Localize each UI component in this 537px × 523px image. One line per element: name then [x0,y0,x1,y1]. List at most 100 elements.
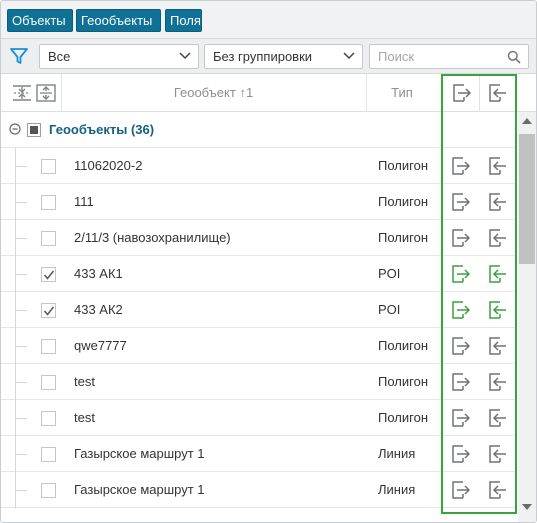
filter-select-value: Все [48,49,71,64]
export-in-icon[interactable] [485,299,509,321]
row-type: Полигон [378,158,429,173]
export-out-icon[interactable] [448,299,472,321]
export-in-icon[interactable] [485,191,509,213]
grouping-select-value: Без группировки [213,49,313,64]
export-out-icon[interactable] [448,263,472,285]
tree-line [15,382,27,383]
filter-icon[interactable] [9,46,29,66]
tree-line [15,274,27,275]
export-out-icon[interactable] [448,479,472,501]
table-row[interactable]: 433 АК2 POI [1,292,516,328]
export-out-icon[interactable] [448,443,472,465]
export-in-icon [489,84,506,102]
row-name: 2/11/3 (навозохранилище) [74,230,231,245]
row-checkbox[interactable] [41,447,56,462]
row-type: Полигон [378,410,429,425]
export-in-icon[interactable] [485,155,509,177]
row-checkbox[interactable] [41,159,56,174]
search-input[interactable] [376,45,501,68]
row-type: POI [378,266,401,281]
table-row[interactable]: 11062020-2 Полигон [1,148,516,184]
row-name: qwe7777 [74,338,127,353]
row-checkbox[interactable] [41,303,56,318]
row-checkbox[interactable] [41,483,56,498]
row-name: Газырское маршрут 1 [74,482,205,497]
scrollbar-thumb[interactable] [519,134,535,264]
row-checkbox[interactable] [41,195,56,210]
collapse-icon[interactable] [9,123,21,135]
group-row[interactable]: Геообъекты (36) [1,112,516,148]
table-body: Геообъекты (36) 11062020-2 Полигон 111 Поли… [1,112,516,522]
table-row[interactable]: 2/11/3 (навозохранилище) Полигон [1,220,516,256]
geoobjects-panel: Объекты Геообъекты Поля Все Без группиро… [0,0,537,523]
tab-objects[interactable]: Объекты [7,9,73,32]
export-out-icon[interactable] [448,191,472,213]
row-checkbox[interactable] [41,339,56,354]
column-header-type[interactable]: Тип [366,74,438,111]
tree-line [15,166,27,167]
export-out-icon[interactable] [448,407,472,429]
group-checkbox[interactable] [27,123,41,137]
table-row[interactable]: Газырское маршрут 1 Линия [1,472,516,508]
row-name: 433 АК1 [74,266,123,281]
row-name: 111 [74,194,94,209]
export-in-icon[interactable] [485,227,509,249]
group-label: Геообъекты (36) [49,122,155,137]
scroll-down-arrow-icon[interactable] [522,504,532,510]
export-out-icon[interactable] [448,335,472,357]
tree-line [15,238,27,239]
export-in-icon[interactable] [485,371,509,393]
export-out-icon[interactable] [448,155,472,177]
export-in-icon[interactable] [485,407,509,429]
toolbar: Все Без группировки [1,39,536,74]
export-in-icon[interactable] [485,335,509,357]
tree-line [15,202,27,203]
header-import-all[interactable] [479,74,515,111]
table-row[interactable]: qwe7777 Полигон [1,328,516,364]
tree-line [15,418,27,419]
table-row[interactable]: test Полигон [1,400,516,436]
row-checkbox[interactable] [41,231,56,246]
row-checkbox[interactable] [41,411,56,426]
tree-line [15,346,27,347]
row-type: Полигон [378,194,429,209]
export-in-icon[interactable] [485,443,509,465]
column-header-geoobject[interactable]: Геообъект ↑1 [61,74,366,111]
search-icon[interactable] [507,50,521,64]
row-checkbox[interactable] [41,375,56,390]
vertical-scrollbar[interactable] [518,112,536,522]
row-type: Полигон [378,374,429,389]
tree-line [15,454,27,455]
row-type: Полигон [378,338,429,353]
chevron-down-icon [179,52,191,60]
export-out-icon[interactable] [448,227,472,249]
table-row[interactable]: Газырское маршрут 1 Линия [1,436,516,472]
row-checkbox[interactable] [41,267,56,282]
tab-fields[interactable]: Поля [165,9,202,32]
table-row[interactable]: 111 Полигон [1,184,516,220]
export-out-icon[interactable] [448,371,472,393]
table-row[interactable]: test Полигон [1,364,516,400]
expand-all-icon[interactable] [35,83,57,103]
row-name: 433 АК2 [74,302,123,317]
row-type: POI [378,302,401,317]
row-name: test [74,410,95,425]
header-export-all[interactable] [441,74,479,111]
collapse-all-icon[interactable] [11,83,33,103]
tab-bar: Объекты Геообъекты Поля [1,1,536,39]
table-header: Геообъект ↑1 Тип [1,74,536,112]
row-name: 11062020-2 [74,158,143,173]
tree-line [15,490,27,491]
export-in-icon[interactable] [485,263,509,285]
grouping-select[interactable]: Без группировки [204,44,363,69]
filter-select[interactable]: Все [39,44,199,69]
search-box [369,44,529,69]
row-name: Газырское маршрут 1 [74,446,205,461]
header-tools [9,74,59,111]
tab-geoobjects[interactable]: Геообъекты [76,9,161,32]
chevron-down-icon [343,52,355,60]
checkmark-icon [43,306,55,316]
export-in-icon[interactable] [485,479,509,501]
table-row[interactable]: 433 АК1 POI [1,256,516,292]
scroll-up-arrow-icon[interactable] [522,118,532,124]
